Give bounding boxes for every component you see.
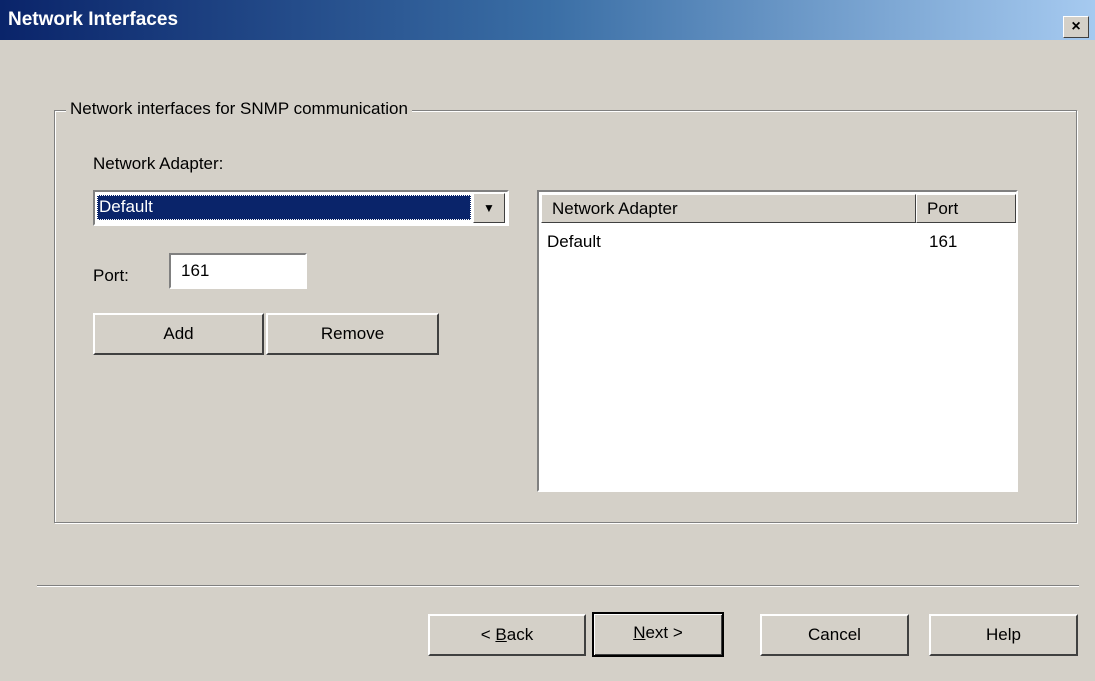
chevron-down-icon: ▼: [483, 201, 495, 215]
list-item-port: 161: [929, 232, 958, 251]
footer-separator: [37, 585, 1079, 587]
help-button[interactable]: Help: [929, 614, 1078, 656]
window-title: Network Interfaces: [8, 9, 179, 30]
back-prefix: <: [480, 625, 496, 644]
column-header-network-adapter[interactable]: Network Adapter: [541, 194, 916, 223]
back-accelerator: B: [495, 625, 507, 644]
cancel-button[interactable]: Cancel: [760, 614, 909, 656]
port-label: Port:: [93, 266, 129, 285]
next-label-rest: ext >: [645, 623, 683, 642]
port-input[interactable]: 161: [169, 253, 307, 289]
network-adapter-label: Network Adapter:: [93, 154, 224, 173]
group-legend: Network interfaces for SNMP communicatio…: [66, 99, 412, 119]
back-button[interactable]: < Back: [428, 614, 586, 656]
next-accelerator: N: [633, 623, 646, 642]
close-icon: ×: [1071, 18, 1081, 35]
back-label-rest: ack: [506, 625, 534, 644]
combo-dropdown-button[interactable]: ▼: [473, 193, 505, 223]
title-bar: Network Interfaces ×: [0, 0, 1095, 40]
network-adapter-selected: Default: [97, 195, 471, 220]
remove-button[interactable]: Remove: [266, 313, 439, 355]
list-item-adapter: Default: [547, 232, 601, 251]
column-header-port[interactable]: Port: [916, 194, 1016, 223]
network-adapter-combobox[interactable]: Default ▼: [93, 190, 509, 226]
next-button[interactable]: Next >: [592, 612, 724, 657]
interfaces-listview[interactable]: Network Adapter Port Default 161: [537, 190, 1018, 492]
add-button[interactable]: Add: [93, 313, 264, 355]
close-button[interactable]: ×: [1063, 16, 1089, 38]
